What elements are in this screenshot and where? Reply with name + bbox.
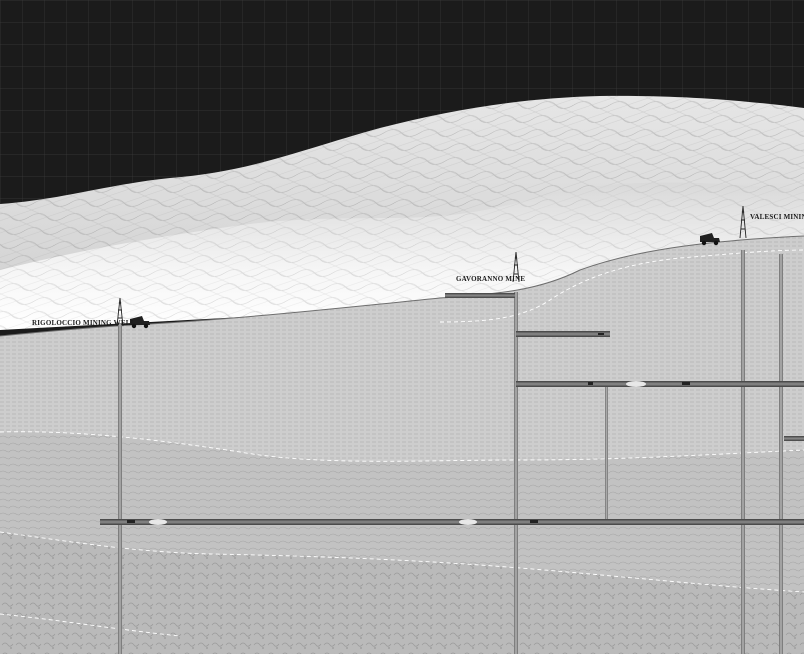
shaft-valesci-1 <box>741 250 745 654</box>
tunnel-level-4 <box>784 436 804 441</box>
shaft-rigoloccio <box>118 324 122 654</box>
shaft-valesci-2 <box>779 254 783 654</box>
site-label-valesci: VALESCI MINING W <box>750 213 804 221</box>
tunnel-level-2 <box>516 331 610 337</box>
site-label-rigoloccio: RIGOLOCCIO MINING WELL <box>32 319 136 327</box>
shaft-secondary <box>605 384 608 520</box>
tunnel-level-3 <box>516 381 804 387</box>
shaft-gavoranno <box>514 292 518 654</box>
site-label-gavoranno: GAVORANNO MINE <box>456 275 525 283</box>
mining-section-diagram: RIGOLOCCIO MINING WELL GAVORANNO MINE VA… <box>0 0 804 654</box>
tunnel-level-5 <box>100 519 804 525</box>
tunnel-level-1 <box>445 293 515 298</box>
